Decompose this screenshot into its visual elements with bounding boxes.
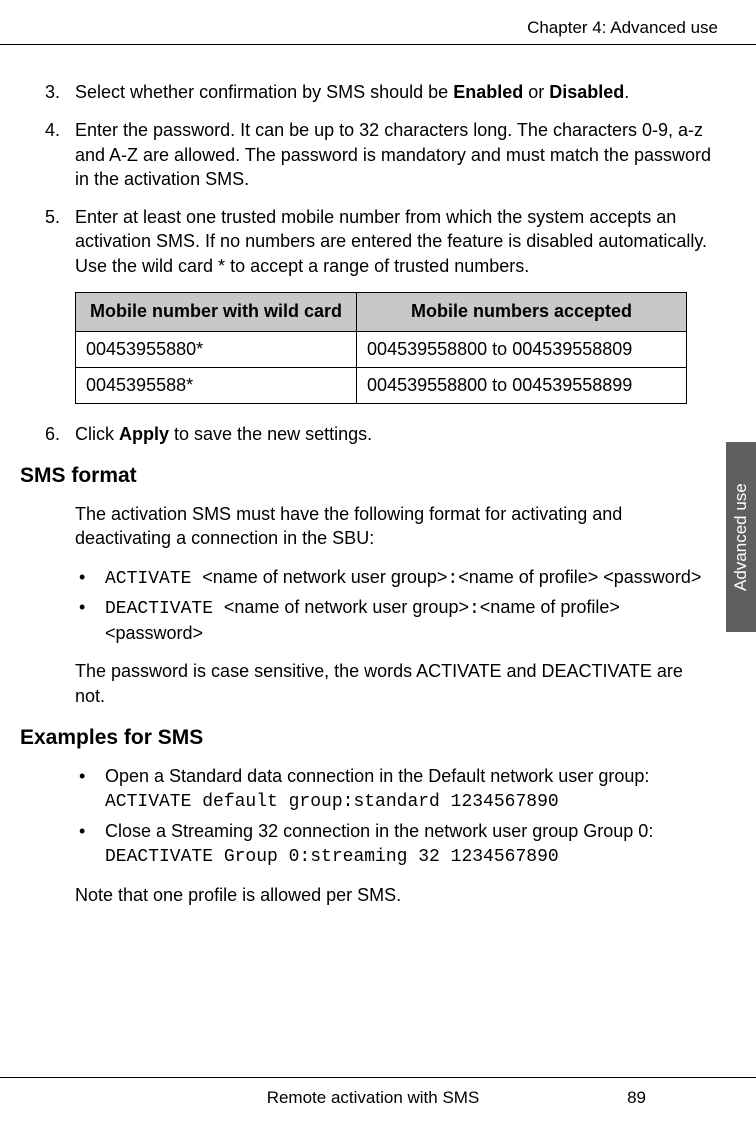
step-6-pre: Click (75, 424, 119, 444)
step-3: Select whether confirmation by SMS shoul… (45, 80, 712, 104)
list-item: Open a Standard data connection in the D… (75, 764, 712, 815)
page-number: 89 (627, 1088, 646, 1108)
step-6-list: Click Apply to save the new settings. (45, 422, 712, 446)
sms-format-intro: The activation SMS must have the followi… (45, 502, 712, 551)
code-deactivate: DEACTIVATE (105, 599, 224, 619)
code-colon: : (447, 569, 458, 589)
table-row: 00453955880* 004539558800 to 00453955880… (76, 331, 687, 367)
examples-note: Note that one profile is allowed per SMS… (45, 883, 712, 907)
table-header-row: Mobile number with wild card Mobile numb… (76, 293, 687, 332)
table-header-wildcard: Mobile number with wild card (76, 293, 357, 332)
example-code: DEACTIVATE Group 0:streaming 32 12345678… (105, 847, 559, 867)
page: Chapter 4: Advanced use Select whether c… (0, 0, 756, 908)
side-tab: Advanced use (726, 442, 756, 632)
placeholder-profile-pw: <name of profile> <password> (458, 567, 701, 587)
placeholder-group: <name of network user group> (202, 567, 447, 587)
step-3-bold-enabled: Enabled (453, 82, 523, 102)
step-3-text-pre: Select whether confirmation by SMS shoul… (75, 82, 453, 102)
examples-heading: Examples for SMS (20, 726, 712, 750)
footer-row: Remote activation with SMS 89 (20, 1088, 726, 1108)
example-text: Open a Standard data connection in the D… (105, 766, 649, 786)
example-text: Close a Streaming 32 connection in the n… (105, 821, 653, 841)
step-6-bold-apply: Apply (119, 424, 169, 444)
table-row: 0045395588* 004539558800 to 004539558899 (76, 367, 687, 403)
code-colon: : (469, 599, 480, 619)
chapter-header: Chapter 4: Advanced use (20, 18, 726, 44)
sms-format-list: ACTIVATE <name of network user group>:<n… (45, 565, 712, 646)
example-code: ACTIVATE default group:standard 12345678… (105, 792, 559, 812)
sms-format-heading: SMS format (20, 464, 712, 488)
table-cell: 004539558800 to 004539558899 (357, 367, 687, 403)
list-item: Close a Streaming 32 connection in the n… (75, 819, 712, 870)
placeholder-group: <name of network user group> (224, 597, 469, 617)
table-cell: 00453955880* (76, 331, 357, 367)
table-cell: 0045395588* (76, 367, 357, 403)
wildcard-table: Mobile number with wild card Mobile numb… (75, 292, 687, 404)
footer-title: Remote activation with SMS (267, 1088, 480, 1108)
sms-format-note: The password is case sensitive, the word… (45, 659, 712, 708)
steps-list: Select whether confirmation by SMS shoul… (45, 80, 712, 278)
examples-list: Open a Standard data connection in the D… (45, 764, 712, 869)
footer-rule (0, 1077, 756, 1078)
step-6: Click Apply to save the new settings. (45, 422, 712, 446)
step-3-text-post: . (624, 82, 629, 102)
footer: Remote activation with SMS 89 (0, 1077, 756, 1108)
table-header-accepted: Mobile numbers accepted (357, 293, 687, 332)
step-6-post: to save the new settings. (169, 424, 372, 444)
step-5: Enter at least one trusted mobile number… (45, 205, 712, 278)
step-3-bold-disabled: Disabled (549, 82, 624, 102)
table-cell: 004539558800 to 004539558809 (357, 331, 687, 367)
code-activate: ACTIVATE (105, 569, 202, 589)
list-item: ACTIVATE <name of network user group>:<n… (75, 565, 712, 591)
list-item: DEACTIVATE <name of network user group>:… (75, 595, 712, 646)
content-area: Select whether confirmation by SMS shoul… (20, 45, 726, 908)
step-4: Enter the password. It can be up to 32 c… (45, 118, 712, 191)
step-3-text-mid: or (523, 82, 549, 102)
